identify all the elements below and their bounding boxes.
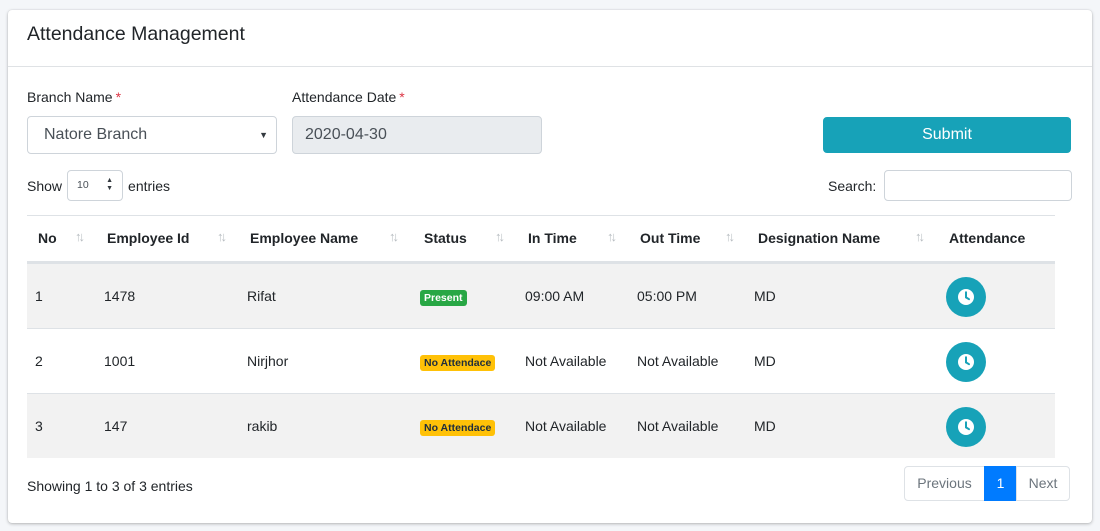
card-header: Attendance Management [8,10,1092,67]
next-page-button[interactable]: Next [1016,466,1070,501]
sort-icon: ↑↓ [75,229,85,244]
cell-employee-name: Rifat [247,288,276,304]
sort-icon: ↑↓ [495,229,505,244]
table-row: 2 1001 Nirjhor No Attendace Not Availabl… [27,328,1055,393]
attendance-card: Attendance Management Branch Name * Atten… [8,10,1092,523]
cell-employee-id: 1001 [104,353,136,369]
attendance-date-input[interactable]: 2020-04-30 [292,116,542,154]
branch-select-value: Natore Branch [44,126,148,143]
clock-icon [958,354,974,370]
previous-page-button[interactable]: Previous [904,466,985,501]
page-title: Attendance Management [27,23,245,45]
show-label: Show [27,177,63,194]
cell-in-time: Not Available [525,418,607,434]
cell-designation: MD [754,418,776,434]
page-1-button[interactable]: 1 [984,466,1017,501]
entries-label: entries [128,177,171,194]
sort-icon: ↑↓ [389,229,399,244]
cell-in-time: Not Available [525,353,607,369]
column-header-employee-name[interactable]: Employee Name [250,230,358,246]
pagination: Previous 1 Next [904,466,1070,501]
column-header-attendance: Attendance [949,230,1026,246]
table-row: 1 1478 Rifat Present 09:00 AM 05:00 PM M… [27,263,1055,328]
cell-no: 1 [35,288,43,304]
sort-icon: ↑↓ [607,229,617,244]
cell-designation: MD [754,353,776,369]
table-info: Showing 1 to 3 of 3 entries [27,478,193,494]
clock-icon [958,419,974,435]
cell-employee-id: 147 [104,418,128,434]
column-header-no[interactable]: No [38,230,57,246]
cell-employee-name: Nirjhor [247,353,289,369]
required-mark: * [115,89,122,105]
sort-icon: ↑↓ [915,229,925,244]
cell-designation: MD [754,288,776,304]
cell-employee-name: rakib [247,418,278,434]
attendance-button[interactable] [946,277,986,317]
branch-select[interactable]: Natore Branch ▼ [27,116,277,154]
cell-no: 2 [35,353,43,369]
cell-out-time: Not Available [637,418,719,434]
search-input[interactable] [884,170,1073,201]
status-badge: No Attendace [420,355,496,371]
cell-in-time: 09:00 AM [525,288,585,304]
table-header-row: No ↑↓ Employee Id ↑↓ Employee Name ↑↓ St… [27,216,1055,263]
attendance-button[interactable] [946,407,986,447]
table-row: 3 147 rakib No Attendace Not Available N… [27,393,1055,458]
column-header-designation-name[interactable]: Designation Name [758,230,880,246]
submit-button[interactable]: Submit [823,117,1071,153]
entries-per-page-select[interactable]: 10 ▲ ▼ [67,170,124,201]
table-search: Search: [828,170,1073,201]
required-mark: * [399,89,405,105]
status-badge: No Attendace [420,420,496,436]
select-updown-icon: ▲ ▼ [106,177,114,192]
attendance-button[interactable] [946,342,986,382]
attendance-table: No ↑↓ Employee Id ↑↓ Employee Name ↑↓ St… [27,215,1055,458]
column-header-status[interactable]: Status [424,230,467,246]
column-header-in-time[interactable]: In Time [528,230,577,246]
cell-no: 3 [35,418,43,434]
status-badge: Present [420,290,467,306]
column-header-employee-id[interactable]: Employee Id [107,230,189,246]
attendance-date-value: 2020-04-30 [305,126,387,143]
attendance-date-label: Attendance Date * [292,89,405,105]
sort-icon: ↑↓ [217,229,227,244]
entries-per-page-value: 10 [77,179,89,191]
column-header-out-time[interactable]: Out Time [640,230,700,246]
cell-out-time: 05:00 PM [637,288,697,304]
branch-name-label: Branch Name * [27,89,122,105]
sort-icon: ↑↓ [725,229,735,244]
cell-out-time: Not Available [637,353,719,369]
caret-down-icon: ▼ [259,130,268,140]
clock-icon [958,289,974,305]
table-length-control: Show 10 ▲ ▼ entries [27,170,170,201]
search-label: Search: [828,177,877,194]
cell-employee-id: 1478 [104,288,136,304]
